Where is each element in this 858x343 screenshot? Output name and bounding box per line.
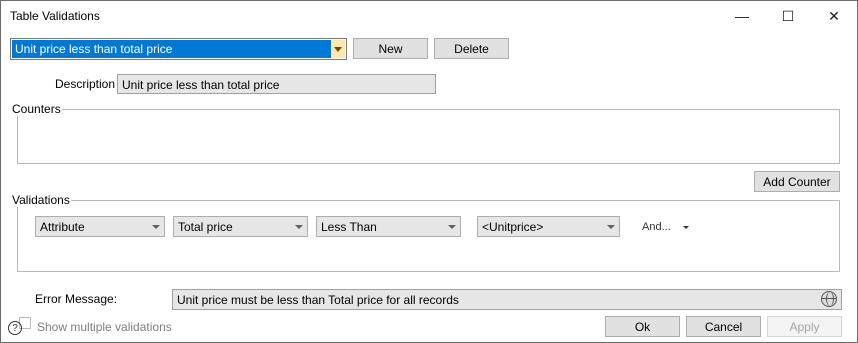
chevron-down-icon[interactable]: [331, 40, 345, 58]
field-select[interactable]: Total price: [173, 216, 308, 237]
table-validations-window: Table Validations — ☐ ✕ Unit price less …: [0, 0, 858, 343]
show-multiple-label: Show multiple validations: [37, 320, 172, 334]
window-title: Table Validations: [10, 9, 100, 23]
counters-group: [17, 109, 840, 164]
close-icon: ✕: [828, 7, 840, 24]
apply-button[interactable]: Apply: [767, 316, 842, 337]
chevron-down-icon: [607, 225, 615, 229]
compare-to-value: <Unitprice>: [482, 220, 544, 234]
validations-legend: Validations: [11, 193, 71, 207]
help-icon[interactable]: ?: [8, 321, 22, 335]
operator-select[interactable]: Less Than: [316, 216, 461, 237]
validation-type-select[interactable]: Attribute: [35, 216, 165, 237]
close-button[interactable]: ✕: [811, 1, 857, 31]
delete-button[interactable]: Delete: [434, 38, 509, 59]
error-message-value: Unit price must be less than Total price…: [177, 293, 459, 307]
chevron-down-icon: [448, 225, 456, 229]
error-message-label: Error Message:: [35, 292, 118, 306]
maximize-icon: ☐: [781, 7, 795, 24]
ok-button[interactable]: Ok: [605, 316, 680, 337]
description-field[interactable]: Unit price less than total price: [117, 74, 436, 94]
globe-icon[interactable]: [821, 291, 837, 307]
field-value: Total price: [178, 220, 233, 234]
validation-select-value: Unit price less than total price: [12, 40, 331, 58]
add-counter-button[interactable]: Add Counter: [754, 171, 840, 192]
minimize-button[interactable]: —: [719, 1, 765, 31]
minimize-icon: —: [735, 8, 749, 24]
validation-select[interactable]: Unit price less than total price: [10, 38, 347, 60]
error-message-field[interactable]: Unit price must be less than Total price…: [172, 289, 842, 310]
compare-to-select[interactable]: <Unitprice>: [477, 216, 620, 237]
and-menu-button[interactable]: And...: [642, 221, 671, 233]
cancel-button[interactable]: Cancel: [686, 316, 761, 337]
description-label: Description: [55, 77, 116, 91]
and-dropdown-icon[interactable]: [683, 226, 689, 229]
operator-value: Less Than: [321, 220, 377, 234]
chevron-down-icon: [295, 225, 303, 229]
chevron-down-icon: [152, 225, 160, 229]
validation-type-value: Attribute: [40, 220, 85, 234]
counters-legend: Counters: [11, 102, 62, 116]
title-bar: Table Validations — ☐ ✕: [1, 1, 857, 31]
maximize-button[interactable]: ☐: [765, 1, 811, 31]
new-button[interactable]: New: [353, 38, 428, 59]
